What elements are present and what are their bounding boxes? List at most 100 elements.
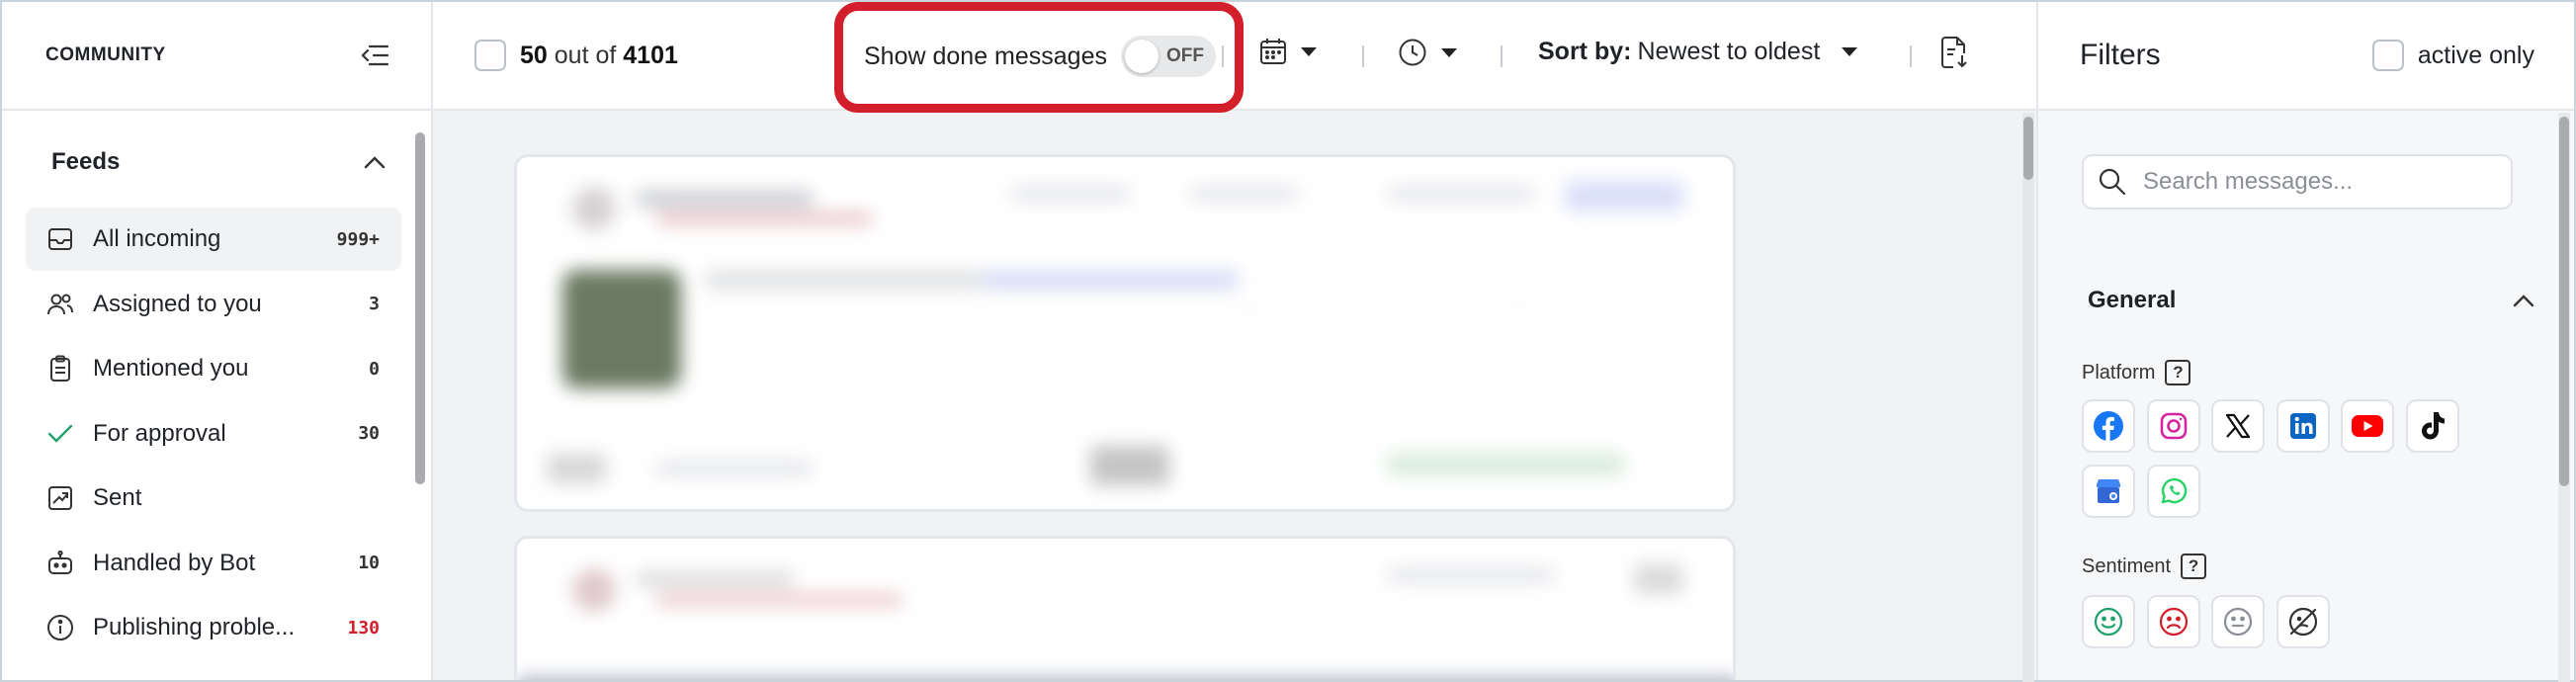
scroll-thumb[interactable]	[2559, 117, 2569, 486]
filters-panel: Filters active only General Platform ?	[2036, 2, 2574, 682]
export-button[interactable]	[1939, 36, 1969, 69]
sidebar-item-mentioned-you[interactable]: Mentioned you 0	[26, 337, 401, 400]
sidebar-item-count: 0	[369, 358, 380, 380]
sidebar-body: Feeds All incoming 999+ Assigned to you	[2, 113, 431, 680]
general-section-header[interactable]: General	[2088, 287, 2534, 314]
no-sentiment-button[interactable]	[2275, 595, 2330, 648]
sidebar-item-handled-by-bot[interactable]: Handled by Bot 10	[26, 532, 401, 595]
sidebar-item-sent[interactable]: Sent	[26, 467, 401, 530]
search-box	[2082, 154, 2513, 210]
sidebar-item-label: Sent	[93, 484, 142, 511]
facebook-filter-button[interactable]	[2082, 399, 2135, 453]
platform-section: Platform ?	[2082, 360, 2191, 385]
linkedin-icon	[2289, 413, 2316, 439]
show-done-label: Show done messages	[864, 42, 1107, 70]
help-icon[interactable]: ?	[2165, 360, 2191, 385]
collapse-sidebar-icon[interactable]	[358, 39, 391, 72]
chevron-down-icon	[1441, 47, 1457, 57]
feed-list: All incoming 999+ Assigned to you 3 Ment…	[26, 208, 401, 661]
google-business-icon	[2097, 479, 2120, 503]
filters-title: Filters	[2080, 39, 2161, 71]
sidebar-item-count: 10	[358, 553, 380, 573]
youtube-filter-button[interactable]	[2341, 399, 2394, 453]
clock-icon	[1399, 39, 1426, 66]
positive-sentiment-button[interactable]	[2082, 595, 2135, 648]
facebook-icon	[2094, 411, 2123, 441]
shown-count: 50	[520, 41, 548, 69]
instagram-icon	[2160, 412, 2187, 440]
users-icon	[45, 290, 75, 319]
date-filter-dropdown[interactable]	[1259, 38, 1317, 65]
sidebar-item-publishing-problems[interactable]: Publishing proble... 130	[26, 596, 401, 659]
message-card[interactable]	[514, 536, 1736, 680]
sent-icon	[45, 483, 75, 513]
sidebar-item-label: Assigned to you	[93, 290, 262, 317]
youtube-icon	[2352, 415, 2383, 437]
toggle-knob	[1124, 40, 1159, 73]
toolbar-divider	[1910, 45, 1912, 67]
search-icon	[2099, 168, 2126, 196]
feed-toolbar: 50 out of 4101 Show done messages OFF So…	[433, 2, 2036, 113]
scroll-thumb[interactable]	[2023, 117, 2033, 180]
total-count: 4101	[623, 41, 678, 69]
toolbar-divider	[1501, 45, 1503, 67]
info-icon	[45, 613, 75, 642]
sidebar-scrollbar[interactable]	[415, 132, 425, 484]
negative-icon	[2159, 607, 2188, 637]
linkedin-filter-button[interactable]	[2275, 399, 2330, 453]
calendar-icon	[1260, 39, 1286, 64]
export-file-icon	[1941, 37, 1967, 68]
blurred-message-content	[517, 157, 1733, 509]
sort-dropdown[interactable]: Sort by: Newest to oldest	[1538, 38, 1858, 66]
show-done-toggle[interactable]: OFF	[1120, 36, 1216, 77]
sidebar-item-label: All incoming	[93, 225, 221, 252]
brand-title: COMMUNITY	[45, 44, 166, 65]
feed-scrollbar[interactable]	[2022, 113, 2034, 682]
active-only-label: active only	[2417, 41, 2534, 69]
message-card[interactable]	[514, 154, 1736, 512]
sidebar-item-count: 30	[358, 423, 380, 444]
sidebar-item-assigned-to-you[interactable]: Assigned to you 3	[26, 273, 401, 336]
time-filter-dropdown[interactable]	[1398, 38, 1457, 67]
active-only-checkbox[interactable]	[2371, 40, 2404, 71]
select-all-checkbox[interactable]	[474, 40, 506, 71]
sidebar: COMMUNITY Feeds All incoming 999+ Assign…	[2, 2, 433, 680]
chevron-up-icon[interactable]	[2513, 294, 2534, 307]
chevron-up-icon[interactable]	[364, 155, 386, 169]
search-input[interactable]	[2143, 168, 2499, 196]
sentiment-label: Sentiment	[2082, 554, 2172, 577]
bot-icon	[45, 549, 75, 578]
tiktok-icon	[2421, 412, 2445, 440]
chevron-down-icon	[1301, 46, 1317, 56]
sidebar-item-for-approval[interactable]: For approval 30	[26, 402, 401, 466]
feeds-section-header[interactable]: Feeds	[51, 148, 386, 176]
sort-value: Newest to oldest	[1637, 38, 1821, 65]
neutral-icon	[2223, 607, 2253, 637]
x-icon	[2225, 413, 2251, 439]
toolbar-divider	[1222, 45, 1224, 67]
sidebar-item-label: For approval	[93, 419, 226, 447]
check-icon	[45, 419, 75, 449]
sidebar-item-all-incoming[interactable]: All incoming 999+	[26, 208, 401, 271]
tiktok-filter-button[interactable]	[2405, 399, 2459, 453]
x-filter-button[interactable]	[2211, 399, 2265, 453]
whatsapp-filter-button[interactable]	[2146, 465, 2200, 518]
sidebar-item-label: Mentioned you	[93, 355, 249, 382]
negative-sentiment-button[interactable]	[2146, 595, 2200, 648]
filters-scrollbar[interactable]	[2558, 113, 2570, 682]
show-done-control: Show done messages OFF	[864, 36, 1216, 77]
sidebar-item-count: 130	[347, 617, 380, 639]
sentiment-row	[2082, 595, 2341, 648]
feeds-title: Feeds	[51, 148, 121, 175]
help-icon[interactable]: ?	[2181, 554, 2207, 579]
chevron-down-icon	[1842, 47, 1858, 56]
google-business-filter-button[interactable]	[2082, 465, 2135, 518]
neutral-sentiment-button[interactable]	[2211, 595, 2265, 648]
message-list[interactable]	[433, 113, 2036, 680]
toolbar-divider	[1362, 45, 1364, 67]
instagram-filter-button[interactable]	[2146, 399, 2200, 453]
toggle-state: OFF	[1165, 45, 1204, 66]
active-only-filter[interactable]: active only	[2371, 40, 2534, 71]
sidebar-item-label: Publishing proble...	[93, 614, 296, 640]
sidebar-item-label: Handled by Bot	[93, 549, 256, 576]
